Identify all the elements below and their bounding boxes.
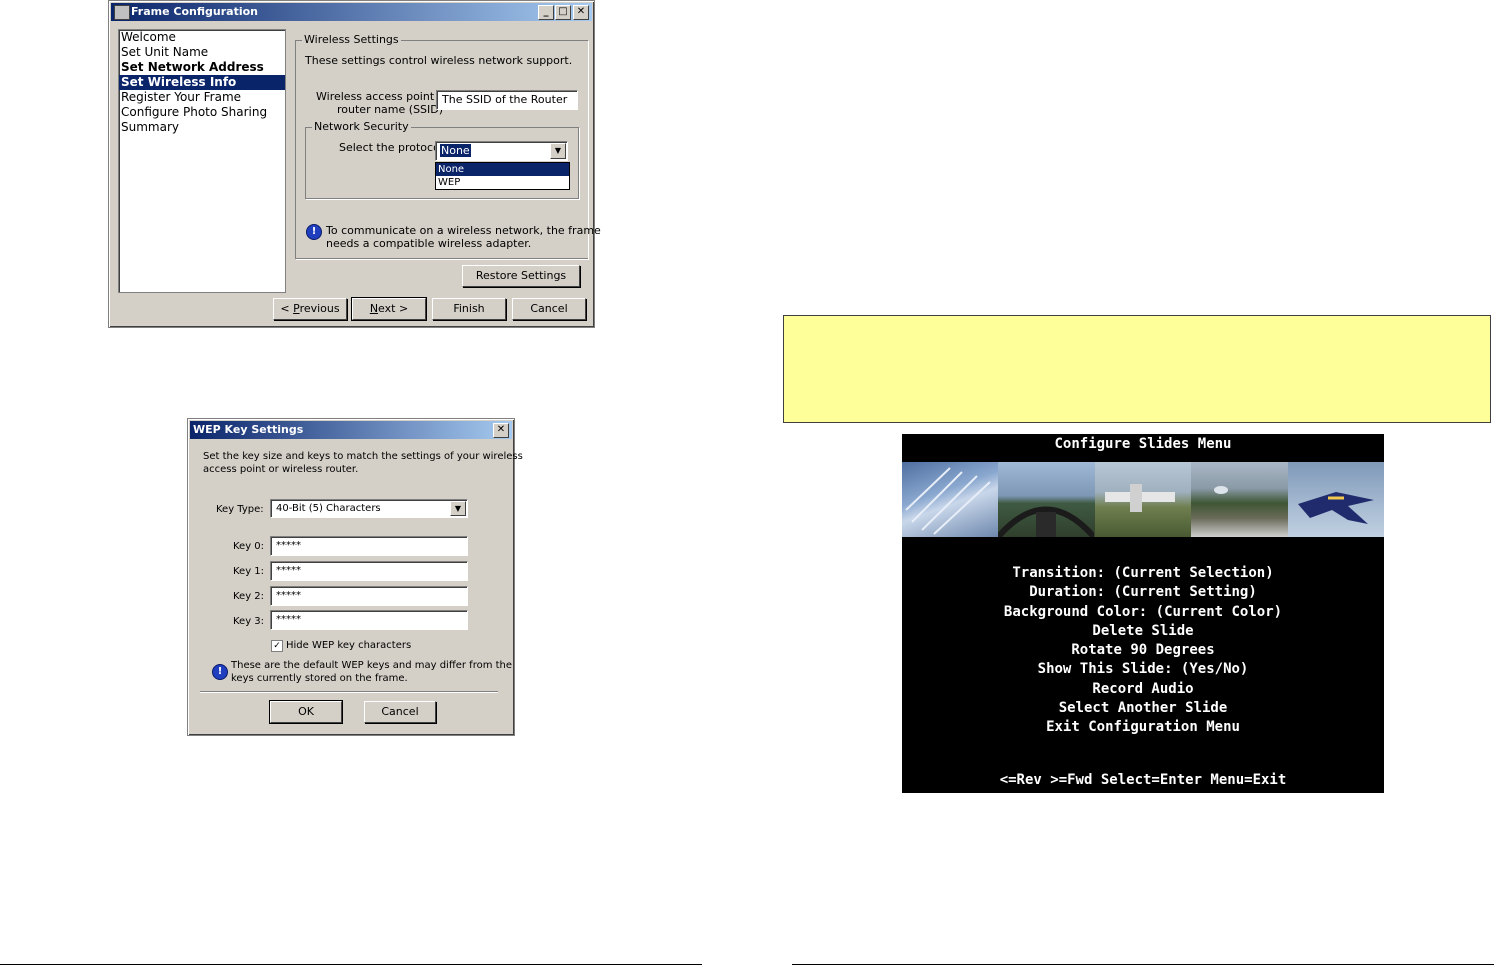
ssid-label-line2: router name (SSID)	[337, 103, 444, 116]
wep-dialog-titlebar[interactable]: WEP Key Settings ✕	[190, 421, 512, 439]
menu-item-transition[interactable]: Transition: (Current Selection)	[902, 564, 1384, 583]
nav-item-set-network-address[interactable]: Set Network Address	[119, 60, 285, 75]
protocol-select[interactable]: None ▼	[435, 141, 568, 161]
info-text-line1: To communicate on a wireless network, th…	[326, 224, 601, 237]
photo-strip	[902, 462, 1384, 537]
window-title: Frame Configuration	[131, 5, 258, 18]
protocol-selected-value: None	[440, 144, 471, 157]
key2-input[interactable]: *****	[270, 586, 468, 606]
slides-menu-screen: Configure Slides Menu Transition: (Curre…	[902, 434, 1384, 793]
slides-menu-footer: <=Rev >=Fwd Select=Enter Menu=Exit	[999, 772, 1287, 788]
nav-item-summary[interactable]: Summary	[119, 120, 285, 135]
protocol-option-wep[interactable]: WEP	[436, 176, 569, 189]
app-icon	[114, 5, 130, 20]
nav-item-set-wireless-info[interactable]: Set Wireless Info	[119, 75, 285, 90]
chevron-down-icon[interactable]: ▼	[450, 501, 466, 516]
minimize-icon[interactable]: _	[538, 5, 554, 20]
menu-item-rotate[interactable]: Rotate 90 Degrees	[902, 641, 1384, 660]
protocol-option-none[interactable]: None	[436, 163, 569, 176]
protocol-label: Select the protocol	[339, 141, 443, 154]
hide-wep-label: Hide WEP key characters	[286, 640, 412, 651]
wireless-settings-title: Wireless Settings	[302, 33, 401, 46]
slides-menu-items: Transition: (Current Selection) Duration…	[902, 564, 1384, 738]
cancel-button[interactable]: Cancel	[512, 298, 586, 320]
previous-button[interactable]: < Previous	[273, 298, 347, 320]
finish-button[interactable]: Finish	[432, 298, 506, 320]
chevron-down-icon[interactable]: ▼	[550, 143, 566, 159]
wep-note-line1: These are the default WEP keys and may d…	[231, 660, 513, 671]
wep-divider	[200, 691, 498, 693]
wep-desc-line2: access point or wireless router.	[203, 464, 359, 475]
frame-config-window: Frame Configuration _ □ ✕ Welcome Set Un…	[108, 0, 601, 328]
ssid-input[interactable]: The SSID of the Router	[436, 90, 578, 110]
previous-rest: revious	[299, 302, 340, 315]
key1-label: Key 1:	[233, 566, 265, 577]
key-type-value: 40-Bit (5) Characters	[276, 503, 381, 514]
menu-item-record-audio[interactable]: Record Audio	[902, 680, 1384, 699]
info-icon: !	[212, 664, 228, 680]
key3-input[interactable]: *****	[270, 610, 468, 630]
network-security-title: Network Security	[312, 120, 411, 133]
hide-wep-checkbox[interactable]: ✓	[271, 640, 283, 652]
wep-dialog-title: WEP Key Settings	[193, 423, 304, 436]
key-type-select[interactable]: 40-Bit (5) Characters ▼	[270, 499, 468, 518]
close-icon[interactable]: ✕	[493, 423, 509, 438]
cancel-button[interactable]: Cancel	[364, 701, 436, 723]
nav-item-set-unit-name[interactable]: Set Unit Name	[119, 45, 285, 60]
key2-label: Key 2:	[233, 591, 265, 602]
wep-dialog-window: WEP Key Settings ✕ Set the key size and …	[187, 418, 523, 736]
menu-item-delete-slide[interactable]: Delete Slide	[902, 622, 1384, 641]
info-text-line2: needs a compatible wireless adapter.	[326, 237, 532, 250]
previous-prefix: <	[280, 302, 294, 315]
menu-item-background-color[interactable]: Background Color: (Current Color)	[902, 603, 1384, 622]
restore-settings-button[interactable]: Restore Settings	[462, 265, 580, 287]
next-rest: ext >	[378, 302, 409, 315]
menu-item-duration[interactable]: Duration: (Current Setting)	[902, 583, 1384, 602]
wizard-step-list: Welcome Set Unit Name Set Network Addres…	[118, 29, 286, 293]
frame-config-titlebar[interactable]: Frame Configuration _ □ ✕	[111, 3, 592, 21]
wireless-description: These settings control wireless network …	[305, 54, 573, 67]
ssid-label-line1: Wireless access point or	[316, 90, 449, 103]
key1-input[interactable]: *****	[270, 561, 468, 581]
key0-input[interactable]: *****	[270, 536, 468, 556]
photo-jets-formation	[902, 462, 999, 537]
key3-label: Key 3:	[233, 616, 265, 627]
wep-note-line2: keys currently stored on the frame.	[231, 673, 408, 684]
ok-button[interactable]: OK	[269, 700, 343, 724]
photo-crowd-airshow	[1191, 462, 1288, 537]
close-icon[interactable]: ✕	[573, 5, 589, 20]
nav-item-configure-photo-sharing[interactable]: Configure Photo Sharing	[119, 105, 285, 120]
next-button[interactable]: Next >	[351, 297, 427, 321]
photo-plane-landing	[1094, 462, 1192, 537]
photo-blue-angel	[1287, 462, 1384, 537]
slides-menu-title: Configure Slides Menu	[1054, 436, 1232, 452]
maximize-icon[interactable]: □	[555, 5, 571, 20]
protocol-dropdown-list: None WEP	[435, 162, 570, 190]
wep-desc-line1: Set the key size and keys to match the s…	[203, 451, 523, 462]
photo-cockpit	[998, 462, 1095, 537]
nav-item-welcome[interactable]: Welcome	[119, 30, 285, 45]
menu-item-show-slide[interactable]: Show This Slide: (Yes/No)	[902, 660, 1384, 679]
menu-item-select-another[interactable]: Select Another Slide	[902, 699, 1384, 718]
menu-item-exit[interactable]: Exit Configuration Menu	[902, 718, 1384, 737]
key-type-label: Key Type:	[216, 504, 264, 515]
info-icon: !	[306, 224, 322, 240]
nav-item-register-frame[interactable]: Register Your Frame	[119, 90, 285, 105]
next-accel: N	[369, 302, 379, 315]
note-box	[783, 315, 1491, 423]
key0-label: Key 0:	[233, 541, 265, 552]
